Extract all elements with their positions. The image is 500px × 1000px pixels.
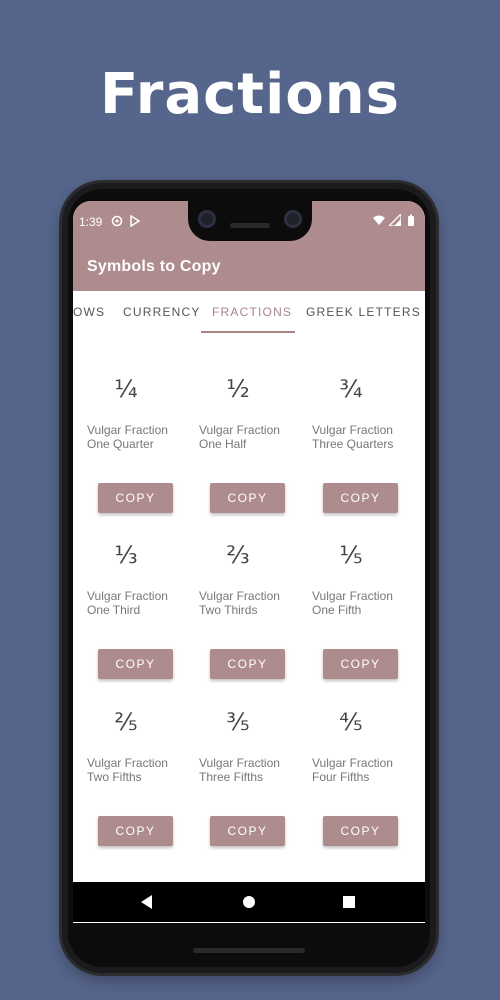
fraction-symbol: ⅔ — [226, 541, 250, 569]
battery-icon — [408, 214, 414, 226]
camera-notch — [188, 201, 312, 241]
wifi-icon — [373, 215, 385, 225]
status-time: 1:39 — [79, 215, 103, 229]
system-nav-bar — [73, 882, 425, 922]
tab-greek-letters[interactable]: GREEK LETTERS — [306, 305, 421, 319]
fraction-card: ⅔ Vulgar Fraction Two Thirds COPY — [185, 501, 297, 679]
fraction-grid: ¼ Vulgar Fraction One Quarter COPY ½ Vul… — [73, 335, 425, 923]
phone-screen: 1:39 Symbols to Copy OWS CURRENCY FRACTI… — [73, 201, 425, 923]
sync-icon — [111, 215, 123, 227]
fraction-card: ¼ Vulgar Fraction One Quarter COPY — [73, 335, 185, 513]
tab-fractions[interactable]: FRACTIONS — [212, 305, 292, 319]
front-camera-icon — [198, 210, 216, 228]
app-bar: 1:39 Symbols to Copy — [73, 201, 425, 291]
bottom-speaker-grille — [193, 948, 305, 953]
fraction-card: ⅕ Vulgar Fraction One Fifth COPY — [298, 501, 410, 679]
copy-button[interactable]: COPY — [210, 816, 285, 846]
fraction-card: ⅘ Vulgar Fraction Four Fifths COPY — [298, 668, 410, 846]
fraction-card: ⅖ Vulgar Fraction Two Fifths COPY — [73, 668, 185, 846]
fraction-name: Vulgar Fraction Two Fifths — [87, 756, 168, 784]
fraction-symbol: ½ — [226, 375, 250, 403]
fraction-symbol: ⅖ — [114, 708, 138, 736]
fraction-name: Vulgar Fraction Four Fifths — [312, 756, 393, 784]
front-camera-icon — [284, 210, 302, 228]
copy-button[interactable]: COPY — [98, 816, 173, 846]
recents-icon[interactable] — [339, 892, 359, 912]
fraction-name: Vulgar Fraction Three Quarters — [312, 423, 394, 451]
fraction-symbol: ⅘ — [339, 708, 363, 736]
fraction-symbol: ⅗ — [226, 708, 250, 736]
fraction-name: Vulgar Fraction One Half — [199, 423, 280, 451]
signal-icon — [389, 214, 401, 226]
copy-button[interactable]: COPY — [323, 816, 398, 846]
fraction-name: Vulgar Fraction One Third — [87, 589, 168, 617]
fraction-card: ½ Vulgar Fraction One Half COPY — [185, 335, 297, 513]
tab-active-indicator — [201, 331, 295, 333]
fraction-name: Vulgar Fraction One Fifth — [312, 589, 393, 617]
status-right-icons — [373, 214, 417, 226]
fraction-name: Vulgar Fraction Two Thirds — [199, 589, 280, 617]
fraction-card: ¾ Vulgar Fraction Three Quarters COPY — [298, 335, 410, 513]
status-left-icons — [111, 215, 141, 227]
fraction-card: ⅓ Vulgar Fraction One Third COPY — [73, 501, 185, 679]
fraction-symbol: ¾ — [339, 375, 363, 403]
fraction-name: Vulgar Fraction Three Fifths — [199, 756, 280, 784]
fraction-symbol: ⅓ — [114, 541, 138, 569]
tab-currency[interactable]: CURRENCY — [123, 305, 201, 319]
fraction-symbol: ⅕ — [339, 541, 363, 569]
fraction-card: ⅗ Vulgar Fraction Three Fifths COPY — [185, 668, 297, 846]
category-tabs: OWS CURRENCY FRACTIONS GREEK LETTERS — [73, 291, 425, 335]
fraction-symbol: ¼ — [114, 375, 138, 403]
home-icon[interactable] — [239, 892, 259, 912]
back-icon[interactable] — [137, 892, 157, 912]
fraction-name: Vulgar Fraction One Quarter — [87, 423, 168, 451]
play-store-icon — [130, 215, 141, 227]
promo-headline: Fractions — [100, 62, 400, 127]
earpiece-speaker — [230, 223, 270, 228]
app-title: Symbols to Copy — [87, 258, 221, 275]
tab-arrows[interactable]: OWS — [73, 305, 105, 319]
